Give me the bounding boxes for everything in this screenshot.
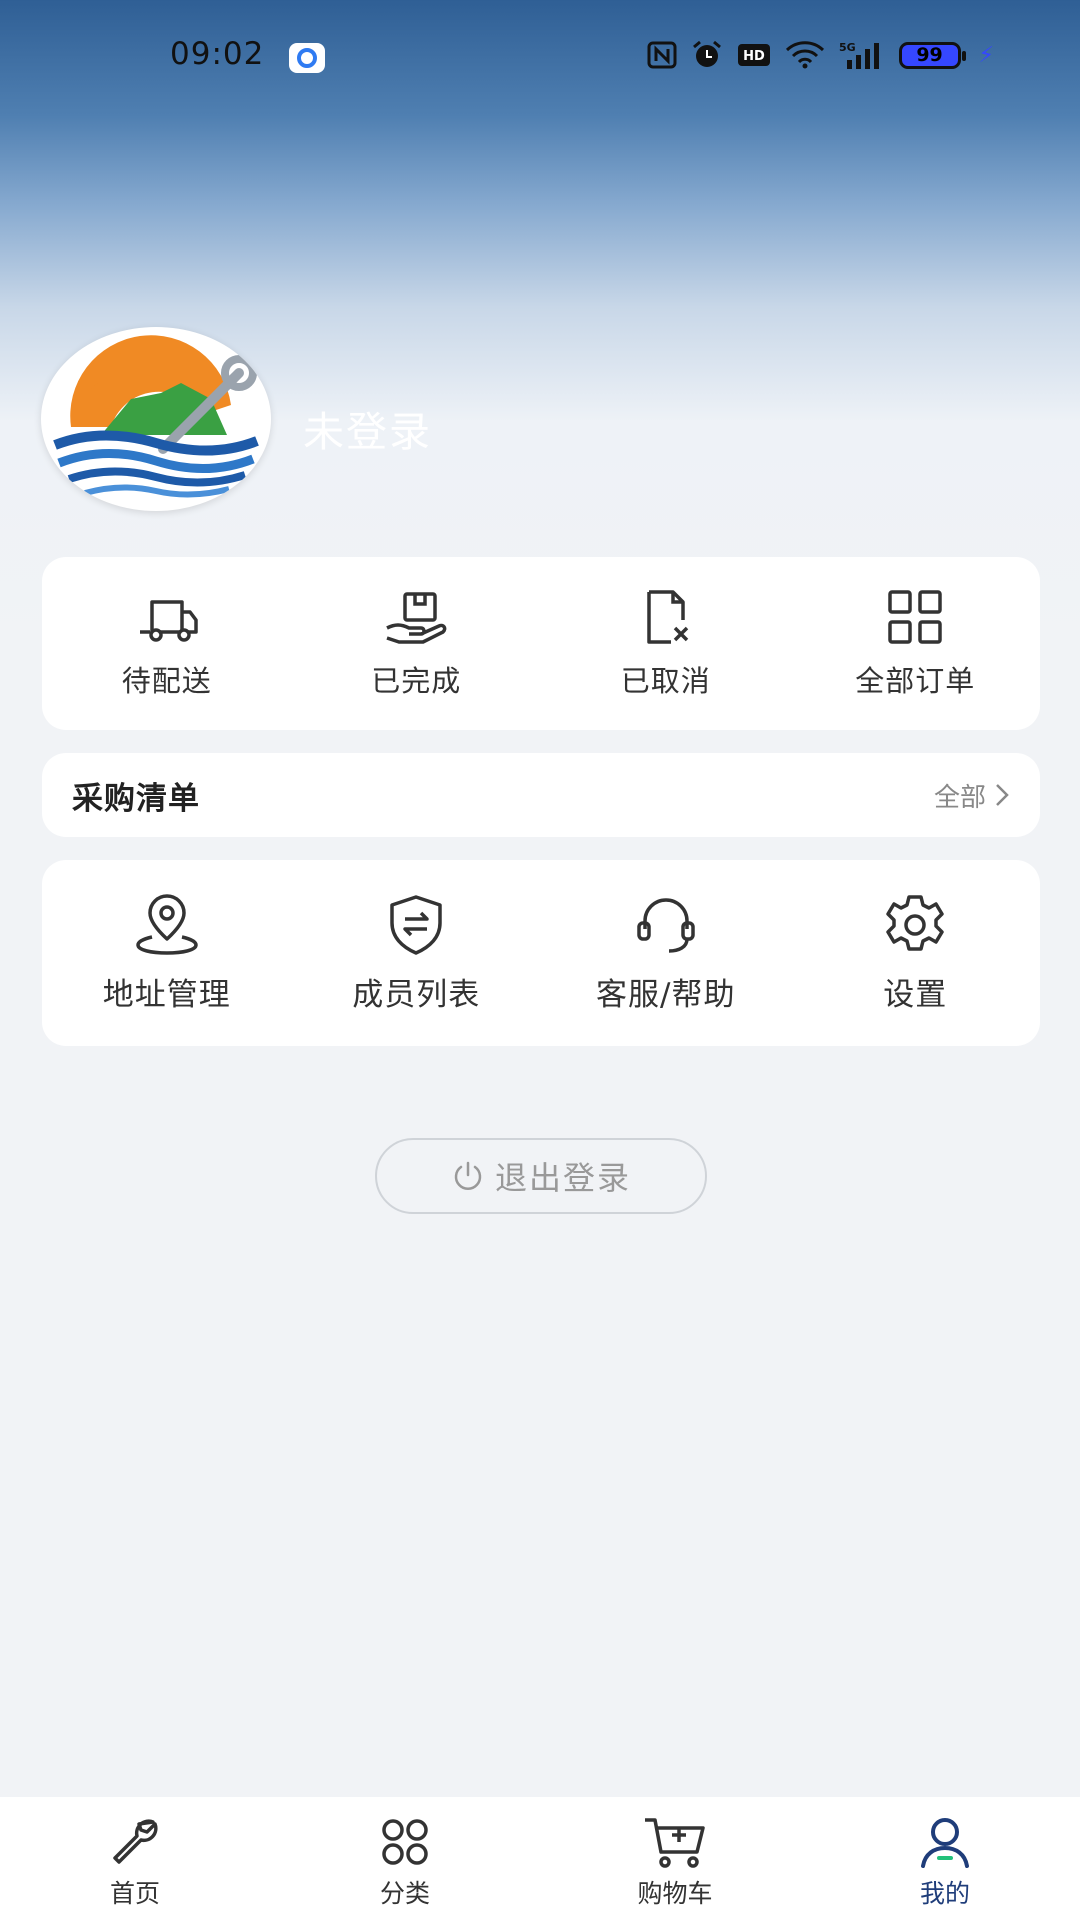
tab-mine[interactable]: 我的 bbox=[810, 1797, 1080, 1920]
order-label: 已完成 bbox=[371, 663, 462, 698]
order-all[interactable]: 全部订单 bbox=[791, 557, 1041, 730]
username[interactable]: 未登录 bbox=[303, 398, 432, 458]
order-pending-delivery[interactable]: 待配送 bbox=[42, 557, 292, 730]
status-icons: HD 5G 99 ⚡ bbox=[647, 40, 994, 70]
category-icon bbox=[382, 1819, 428, 1865]
package-hand-icon bbox=[386, 591, 447, 644]
company-logo-icon bbox=[53, 331, 259, 507]
tab-label: 首页 bbox=[109, 1879, 160, 1908]
hd-icon: HD bbox=[737, 44, 770, 66]
purchase-list-row[interactable]: 采购清单 全部 bbox=[42, 753, 1040, 837]
order-label: 已取消 bbox=[620, 663, 711, 698]
svg-text:HD: HD bbox=[743, 49, 765, 64]
gear-icon bbox=[886, 894, 944, 951]
logout-label: 退出登录 bbox=[494, 1159, 631, 1197]
service-label: 客服/帮助 bbox=[596, 976, 736, 1013]
purchase-list-all-link[interactable]: 全部 bbox=[934, 777, 1010, 814]
status-time: 09:02 bbox=[170, 36, 265, 72]
tab-cart[interactable]: 购物车 bbox=[540, 1797, 810, 1920]
charging-icon: ⚡ bbox=[978, 42, 994, 68]
service-settings[interactable]: 设置 bbox=[791, 860, 1041, 1046]
cancelled-document-icon bbox=[647, 589, 688, 644]
order-cancelled[interactable]: 已取消 bbox=[541, 557, 791, 730]
power-icon bbox=[454, 1161, 482, 1190]
order-label: 全部订单 bbox=[855, 663, 976, 698]
nfc-icon bbox=[647, 41, 677, 69]
svg-text:5G: 5G bbox=[839, 41, 856, 54]
truck-icon bbox=[139, 599, 198, 642]
battery-indicator: 99 bbox=[898, 41, 966, 69]
tab-home[interactable]: 首页 bbox=[0, 1797, 270, 1920]
purchase-all-label: 全部 bbox=[933, 782, 986, 813]
order-completed[interactable]: 已完成 bbox=[292, 557, 542, 730]
status-bar: 09:02 HD 5G 99 ⚡ bbox=[0, 0, 1080, 115]
shield-transfer-icon bbox=[390, 894, 442, 955]
service-member-list[interactable]: 成员列表 bbox=[292, 860, 542, 1046]
user-icon bbox=[921, 1818, 969, 1868]
tab-category[interactable]: 分类 bbox=[270, 1797, 540, 1920]
tab-label: 我的 bbox=[919, 1879, 970, 1908]
tab-label: 购物车 bbox=[637, 1879, 713, 1908]
bottom-tab-bar: 首页 分类 购物车 我的 bbox=[0, 1797, 1080, 1920]
logout-button[interactable]: 退出登录 bbox=[375, 1138, 707, 1214]
cart-icon bbox=[645, 1818, 705, 1868]
service-address-management[interactable]: 地址管理 bbox=[42, 860, 292, 1046]
service-customer-help[interactable]: 客服/帮助 bbox=[541, 860, 791, 1046]
order-label: 待配送 bbox=[121, 663, 212, 698]
wifi-icon bbox=[785, 41, 824, 69]
grid-icon bbox=[888, 589, 942, 644]
avatar[interactable] bbox=[41, 327, 271, 511]
service-label: 成员列表 bbox=[352, 976, 481, 1013]
alarm-icon bbox=[692, 40, 721, 67]
app-notification-icon bbox=[289, 43, 325, 73]
service-label: 地址管理 bbox=[102, 976, 231, 1013]
headset-icon bbox=[637, 897, 695, 953]
services-card: 地址管理 成员列表 客服/帮助 设置 bbox=[42, 860, 1040, 1046]
tab-label: 分类 bbox=[379, 1879, 430, 1908]
orders-card: 待配送 已完成 已取消 全部订单 bbox=[42, 557, 1040, 730]
purchase-list-title: 采购清单 bbox=[72, 780, 200, 817]
wrench-icon bbox=[113, 1819, 158, 1864]
5g-signal-icon: 5G bbox=[839, 41, 879, 69]
location-icon bbox=[135, 893, 198, 955]
chevron-right-icon bbox=[996, 784, 1009, 806]
service-label: 设置 bbox=[883, 976, 948, 1013]
